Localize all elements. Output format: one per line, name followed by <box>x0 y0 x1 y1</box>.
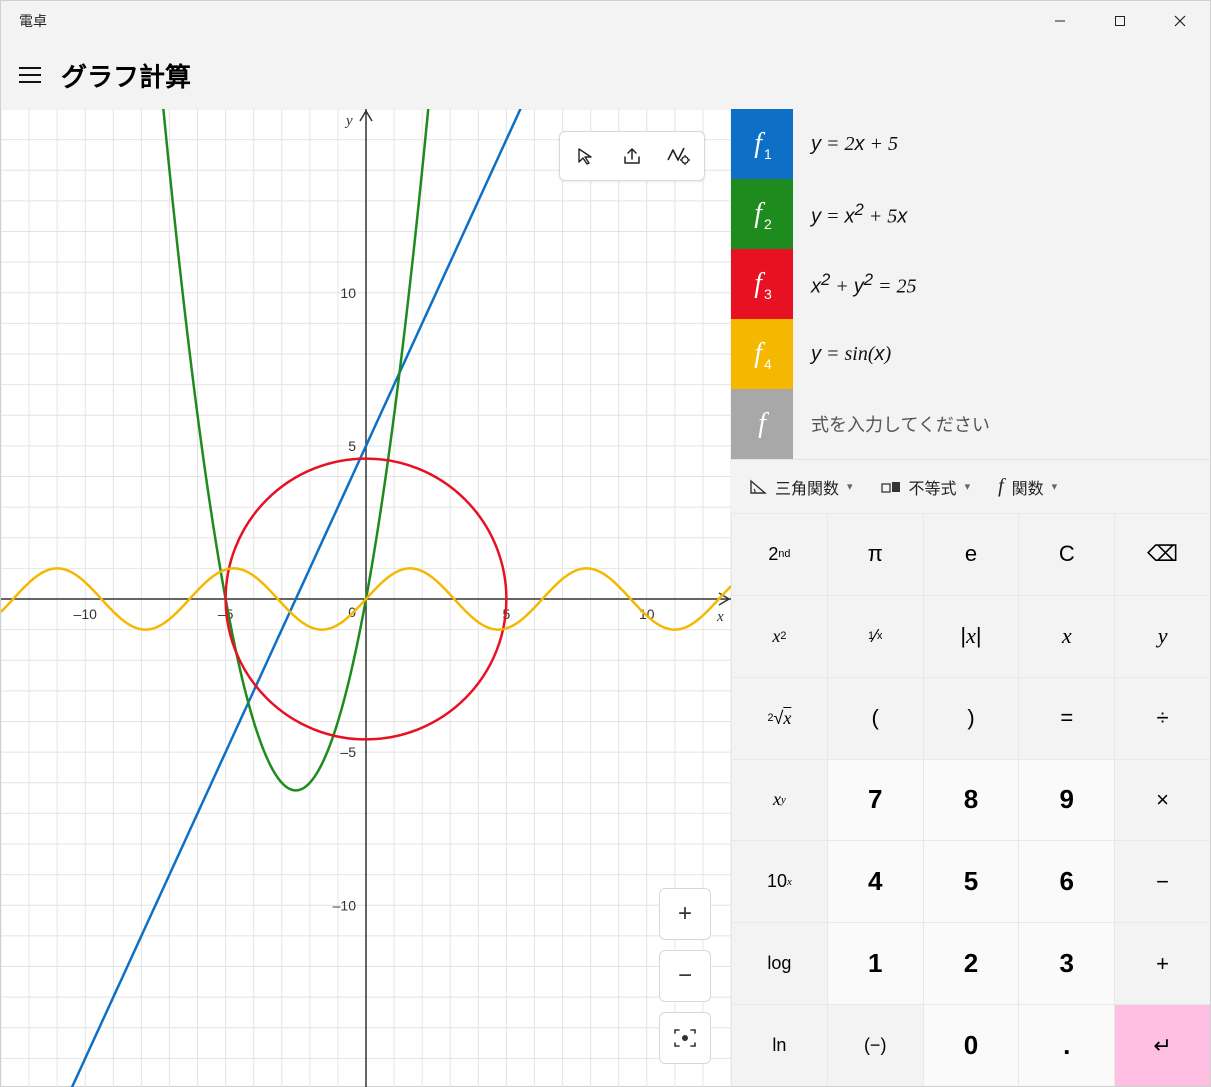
key-x2[interactable]: x2 <box>731 595 827 677</box>
key-10x[interactable]: 10 x <box>731 840 827 922</box>
function-row-1[interactable]: f1y = 2x + 5 <box>731 109 1210 179</box>
key-e[interactable]: e <box>923 513 1019 595</box>
chevron-down-icon: ▾ <box>1052 480 1058 493</box>
key-0[interactable]: 0 <box>923 1004 1019 1086</box>
titlebar: 電卓 <box>1 1 1210 41</box>
key-[interactable]: ( <box>827 677 923 759</box>
chevron-down-icon: ▾ <box>847 480 853 493</box>
key-ln[interactable]: ln <box>731 1004 827 1086</box>
svg-text:5: 5 <box>348 438 356 454</box>
key-[interactable]: − <box>1114 840 1210 922</box>
key-4[interactable]: 4 <box>827 840 923 922</box>
key-8[interactable]: 8 <box>923 759 1019 841</box>
angle-icon <box>749 479 767 495</box>
trace-cursor-icon[interactable] <box>564 138 608 174</box>
zoom-fit-button[interactable] <box>659 1012 711 1064</box>
key-[interactable]: = <box>1018 677 1114 759</box>
keypad: 2ndπeC⌫ x21⁄x|x|xy 2√x()=÷ x y789× 10 x456− l… <box>731 513 1210 1086</box>
key-2nd[interactable]: 2nd <box>731 513 827 595</box>
key-y[interactable]: y <box>1114 595 1210 677</box>
svg-text:–10: –10 <box>333 897 357 913</box>
key-1[interactable]: 1 <box>827 922 923 1004</box>
zoom-in-button[interactable]: + <box>659 888 711 940</box>
header: グラフ計算 <box>1 41 1210 109</box>
tab-trig[interactable]: 三角関数▾ <box>749 475 853 499</box>
key-2x[interactable]: 2√x <box>731 677 827 759</box>
key-2[interactable]: 2 <box>923 922 1019 1004</box>
tab-functions[interactable]: f 関数▾ <box>998 475 1057 499</box>
function-badge[interactable]: f <box>731 389 793 459</box>
keypad-tabs: 三角関数▾ 不等式▾ f 関数▾ <box>731 459 1210 513</box>
function-f-icon: f <box>998 475 1004 498</box>
graph-canvas[interactable]: –10–5510–10–55100xy <box>1 109 731 1087</box>
function-badge[interactable]: f4 <box>731 319 793 389</box>
inequality-icon <box>881 480 901 494</box>
function-expression: y = 2x + 5 <box>793 133 898 156</box>
key-1x[interactable]: 1⁄x <box>827 595 923 677</box>
mode-title: グラフ計算 <box>61 57 191 94</box>
function-expression: x2 + y2 = 25 <box>793 270 917 299</box>
key-[interactable]: ) <box>923 677 1019 759</box>
graph-settings-icon[interactable] <box>656 138 700 174</box>
key-x[interactable]: |x| <box>923 595 1019 677</box>
menu-button[interactable] <box>19 67 41 83</box>
minimize-button[interactable] <box>1030 1 1090 41</box>
key-[interactable]: ÷ <box>1114 677 1210 759</box>
svg-text:x: x <box>716 609 724 625</box>
function-row-empty[interactable]: f式を入力してください <box>731 389 1210 459</box>
key-5[interactable]: 5 <box>923 840 1019 922</box>
function-list: f1y = 2x + 5f2y = x2 + 5xf3x2 + y2 = 25f… <box>731 109 1210 459</box>
maximize-button[interactable] <box>1090 1 1150 41</box>
function-row-2[interactable]: f2y = x2 + 5x <box>731 179 1210 249</box>
key-[interactable]: × <box>1114 759 1210 841</box>
key-[interactable]: (−) <box>827 1004 923 1086</box>
function-expression: y = sin(x) <box>793 343 891 366</box>
right-pane: f1y = 2x + 5f2y = x2 + 5xf3x2 + y2 = 25f… <box>731 109 1210 1086</box>
key-log[interactable]: log <box>731 922 827 1004</box>
zoom-out-button[interactable]: − <box>659 950 711 1002</box>
tab-inequality[interactable]: 不等式▾ <box>881 475 971 499</box>
key-9[interactable]: 9 <box>1018 759 1114 841</box>
svg-text:y: y <box>344 113 353 129</box>
function-badge[interactable]: f2 <box>731 179 793 249</box>
function-badge[interactable]: f3 <box>731 249 793 319</box>
close-button[interactable] <box>1150 1 1210 41</box>
svg-text:–5: –5 <box>340 744 356 760</box>
function-expression: y = x2 + 5x <box>793 200 907 229</box>
key-[interactable]: ⌫ <box>1114 513 1210 595</box>
svg-text:–10: –10 <box>74 606 98 622</box>
key-[interactable]: . <box>1018 1004 1114 1086</box>
key-[interactable]: π <box>827 513 923 595</box>
key-[interactable]: + <box>1114 922 1210 1004</box>
graph-toolbar <box>559 131 705 181</box>
key-7[interactable]: 7 <box>827 759 923 841</box>
svg-text:10: 10 <box>340 285 356 301</box>
key-[interactable]: ↵ <box>1114 1004 1210 1086</box>
key-x[interactable]: x <box>1018 595 1114 677</box>
window-controls <box>1030 1 1210 41</box>
function-row-4[interactable]: f4y = sin(x) <box>731 319 1210 389</box>
chevron-down-icon: ▾ <box>965 480 971 493</box>
graph-pane[interactable]: –10–5510–10–55100xy + − <box>1 109 731 1086</box>
share-icon[interactable] <box>610 138 654 174</box>
key-xy[interactable]: x y <box>731 759 827 841</box>
key-c[interactable]: C <box>1018 513 1114 595</box>
key-3[interactable]: 3 <box>1018 922 1114 1004</box>
function-input-placeholder[interactable]: 式を入力してください <box>793 411 990 437</box>
key-6[interactable]: 6 <box>1018 840 1114 922</box>
function-row-3[interactable]: f3x2 + y2 = 25 <box>731 249 1210 319</box>
window-title: 電卓 <box>19 11 47 31</box>
function-badge[interactable]: f1 <box>731 109 793 179</box>
zoom-controls: + − <box>659 888 711 1064</box>
